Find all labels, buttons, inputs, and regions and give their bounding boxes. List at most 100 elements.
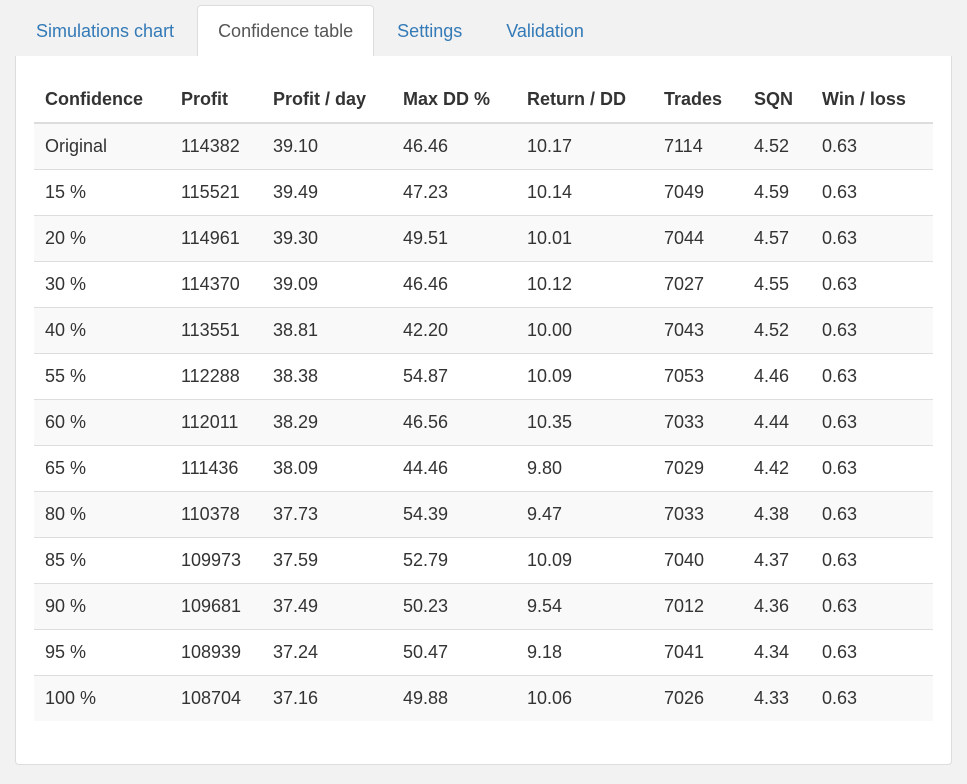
cell-profit-per-day: 37.49 <box>262 583 392 630</box>
cell-profit-per-day: 39.09 <box>262 261 392 308</box>
cell-sqn: 4.52 <box>754 136 790 156</box>
cell-return-dd: 10.09 <box>516 537 653 584</box>
cell-return-dd: 9.80 <box>516 445 653 492</box>
cell-trades: 7053 <box>653 353 743 400</box>
cell-confidence: 80 % <box>34 491 170 538</box>
cell-trades: 7041 <box>653 629 743 676</box>
cell-trades: 7033 <box>653 491 743 538</box>
tab-bar: Simulations chart Confidence table Setti… <box>15 5 952 57</box>
tab-settings[interactable]: Settings <box>376 5 483 56</box>
column-header-win-loss: Win / loss <box>811 76 933 124</box>
table-row: 15 % 115521 39.49 47.23 10.14 7049 4.59 0.63 <box>34 169 933 216</box>
cell-return-dd: 9.47 <box>516 491 653 538</box>
cell-profit: 110378 <box>170 491 262 538</box>
cell-win-loss: 0.63 <box>811 445 933 492</box>
column-header-confidence: Confidence <box>34 76 170 124</box>
cell-max-dd-percent: 50.47 <box>392 629 516 676</box>
column-header-trades: Trades <box>653 76 743 124</box>
cell-profit-per-day: 38.29 <box>262 399 392 446</box>
cell-profit: 108939 <box>170 629 262 676</box>
cell-return-dd: 9.18 <box>516 629 653 676</box>
cell-return-dd: 10.14 <box>516 169 653 216</box>
table-row: 20 % 114961 39.30 49.51 10.01 7044 4.57 0.63 <box>34 215 933 262</box>
cell-sqn: 4.34 <box>743 629 811 676</box>
cell-confidence: 20 % <box>34 215 170 262</box>
table-body: Original 114382 39.10 46.46 10.17 7114 4.52 0.6… <box>34 123 933 721</box>
cell-trades: 7043 <box>653 307 743 354</box>
cell-confidence: Original <box>45 136 108 156</box>
cell-trades: 7114 <box>664 136 703 156</box>
cell-win-loss: 0.63 <box>811 583 933 630</box>
cell-sqn: 4.46 <box>743 353 811 400</box>
cell-profit-per-day: 37.59 <box>262 537 392 584</box>
cell-trades: 7033 <box>653 399 743 446</box>
cell-max-dd-percent: 46.46 <box>392 261 516 308</box>
column-header-return-dd: Return / DD <box>516 76 653 124</box>
column-header-max-dd-percent: Max DD % <box>392 76 516 124</box>
cell-sqn: 4.59 <box>743 169 811 216</box>
cell-confidence: 65 % <box>34 445 170 492</box>
cell-confidence: 30 % <box>34 261 170 308</box>
cell-confidence: 55 % <box>34 353 170 400</box>
cell-profit: 109681 <box>170 583 262 630</box>
cell-max-dd-percent: 49.51 <box>392 215 516 262</box>
cell-profit-per-day: 38.09 <box>262 445 392 492</box>
cell-sqn: 4.38 <box>743 491 811 538</box>
table-row: 55 % 112288 38.38 54.87 10.09 7053 4.46 0.63 <box>34 353 933 400</box>
cell-return-dd: 10.00 <box>516 307 653 354</box>
cell-sqn: 4.42 <box>743 445 811 492</box>
cell-confidence: 90 % <box>34 583 170 630</box>
cell-profit: 108704 <box>170 675 262 721</box>
cell-win-loss: 0.63 <box>811 675 933 721</box>
tab-confidence-table[interactable]: Confidence table <box>197 5 375 57</box>
cell-win-loss: 0.63 <box>811 537 933 584</box>
cell-win-loss: 0.63 <box>811 629 933 676</box>
table-row: 85 % 109973 37.59 52.79 10.09 7040 4.37 0.63 <box>34 537 933 584</box>
cell-profit: 113551 <box>170 307 262 354</box>
cell-max-dd-percent: 46.46 <box>403 136 449 156</box>
cell-profit: 114382 <box>181 136 240 156</box>
cell-return-dd: 10.12 <box>516 261 653 308</box>
cell-max-dd-percent: 54.87 <box>392 353 516 400</box>
cell-profit-per-day: 39.49 <box>262 169 392 216</box>
cell-profit: 115521 <box>170 169 262 216</box>
cell-profit: 114961 <box>170 215 262 262</box>
cell-trades: 7049 <box>653 169 743 216</box>
cell-profit: 112011 <box>170 399 262 446</box>
table-row: 100 % 108704 37.16 49.88 10.06 7026 4.33 0.63 <box>34 675 933 721</box>
tab-validation[interactable]: Validation <box>485 5 605 56</box>
cell-confidence: 85 % <box>34 537 170 584</box>
cell-sqn: 4.55 <box>743 261 811 308</box>
cell-return-dd: 10.06 <box>516 675 653 721</box>
cell-win-loss: 0.63 <box>822 136 858 156</box>
cell-sqn: 4.36 <box>743 583 811 630</box>
table-row: 65 % 111436 38.09 44.46 9.80 7029 4.42 0.63 <box>34 445 933 492</box>
table-row: 95 % 108939 37.24 50.47 9.18 7041 4.34 0.63 <box>34 629 933 676</box>
cell-return-dd: 10.17 <box>527 136 573 156</box>
cell-win-loss: 0.63 <box>811 399 933 446</box>
cell-profit-per-day: 39.10 <box>273 136 319 156</box>
column-header-profit-per-day: Profit / day <box>262 76 392 124</box>
cell-win-loss: 0.63 <box>811 491 933 538</box>
cell-profit: 112288 <box>170 353 262 400</box>
cell-max-dd-percent: 54.39 <box>392 491 516 538</box>
cell-confidence: 40 % <box>34 307 170 354</box>
tab-simulations-chart[interactable]: Simulations chart <box>15 5 195 56</box>
table-header: Confidence Profit Profit / day Max DD % Retu… <box>34 76 933 124</box>
cell-trades: 7012 <box>653 583 743 630</box>
cell-confidence: 95 % <box>34 629 170 676</box>
confidence-table-panel: Confidence Profit Profit / day Max DD % Retu… <box>15 56 952 765</box>
cell-profit-per-day: 38.38 <box>262 353 392 400</box>
cell-sqn: 4.37 <box>743 537 811 584</box>
table-row: 80 % 110378 37.73 54.39 9.47 7033 4.38 0.63 <box>34 491 933 538</box>
cell-max-dd-percent: 46.56 <box>392 399 516 446</box>
cell-confidence: 100 % <box>34 675 170 721</box>
cell-trades: 7027 <box>653 261 743 308</box>
cell-max-dd-percent: 52.79 <box>392 537 516 584</box>
column-header-sqn: SQN <box>743 76 811 124</box>
column-header-profit: Profit <box>170 76 262 124</box>
table-header-row: Confidence Profit Profit / day Max DD % Retu… <box>34 76 933 124</box>
cell-profit: 109973 <box>170 537 262 584</box>
cell-return-dd: 10.09 <box>516 353 653 400</box>
cell-profit-per-day: 37.73 <box>262 491 392 538</box>
